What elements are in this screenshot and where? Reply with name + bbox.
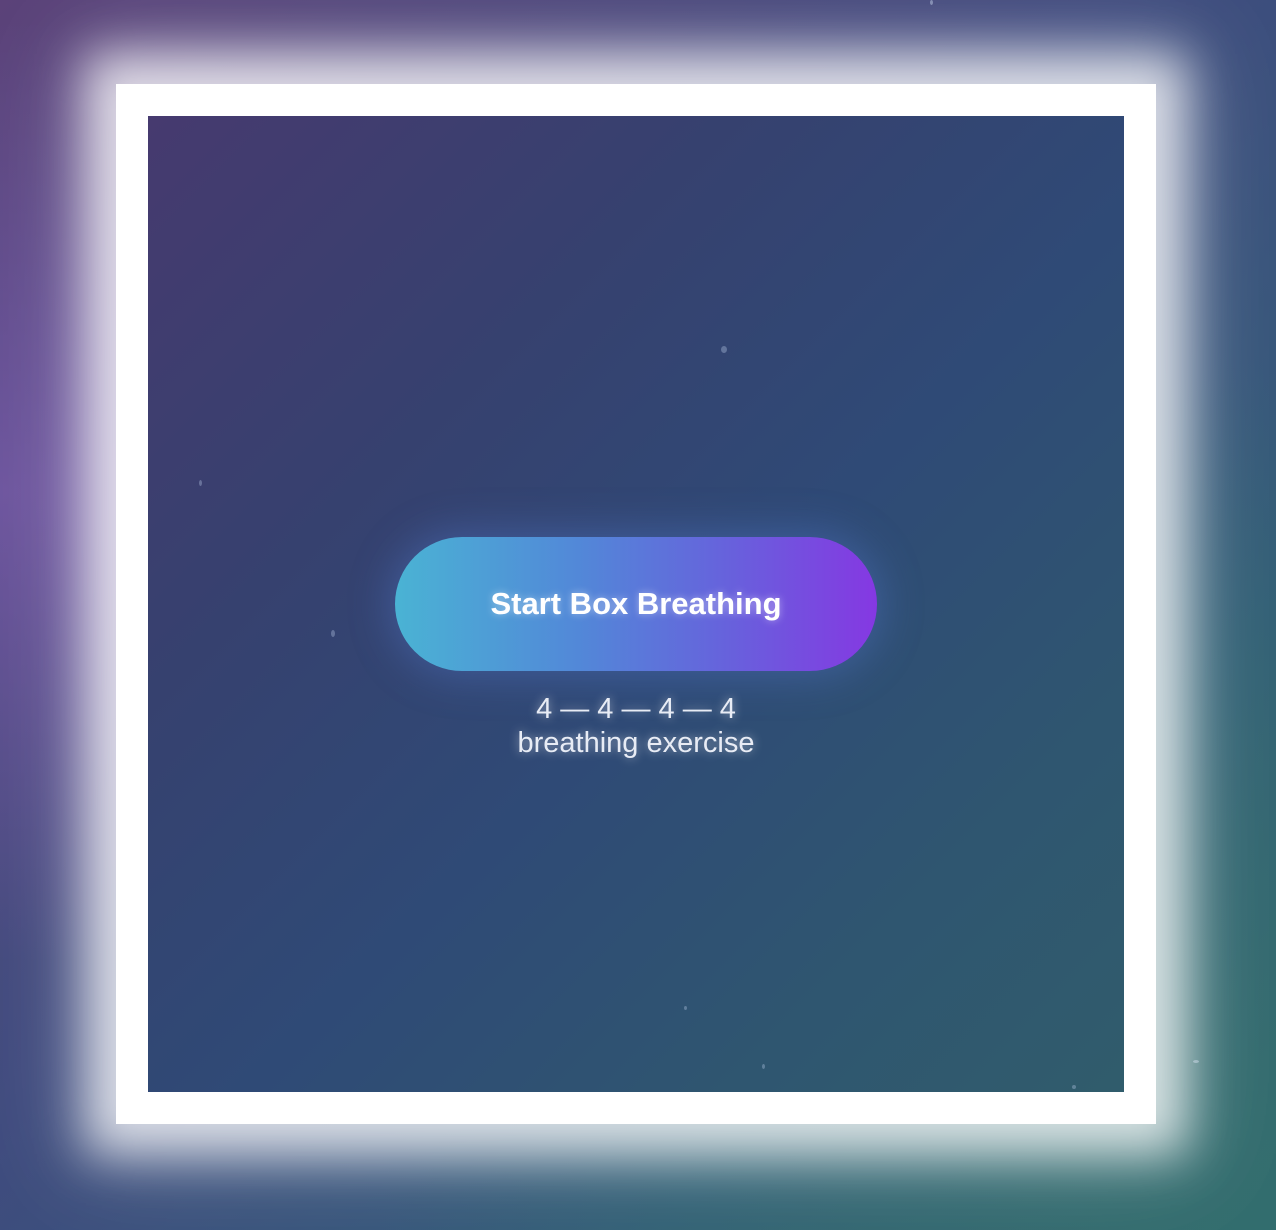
frame-particle bbox=[1072, 1085, 1076, 1089]
background-particle bbox=[930, 0, 933, 5]
breathing-frame: Start Box Breathing 4 — 4 — 4 — 4 breath… bbox=[116, 84, 1156, 1124]
frame-particle bbox=[721, 346, 727, 353]
breathing-pattern: 4 — 4 — 4 — 4 bbox=[536, 693, 736, 725]
start-box-breathing-button[interactable]: Start Box Breathing bbox=[395, 537, 877, 671]
breathing-subtitle: breathing exercise bbox=[517, 727, 755, 759]
frame-particle bbox=[331, 630, 335, 637]
background-particle bbox=[1193, 1060, 1199, 1063]
frame-particle bbox=[199, 480, 202, 486]
frame-particle bbox=[684, 1006, 687, 1010]
frame-particle bbox=[762, 1064, 765, 1069]
